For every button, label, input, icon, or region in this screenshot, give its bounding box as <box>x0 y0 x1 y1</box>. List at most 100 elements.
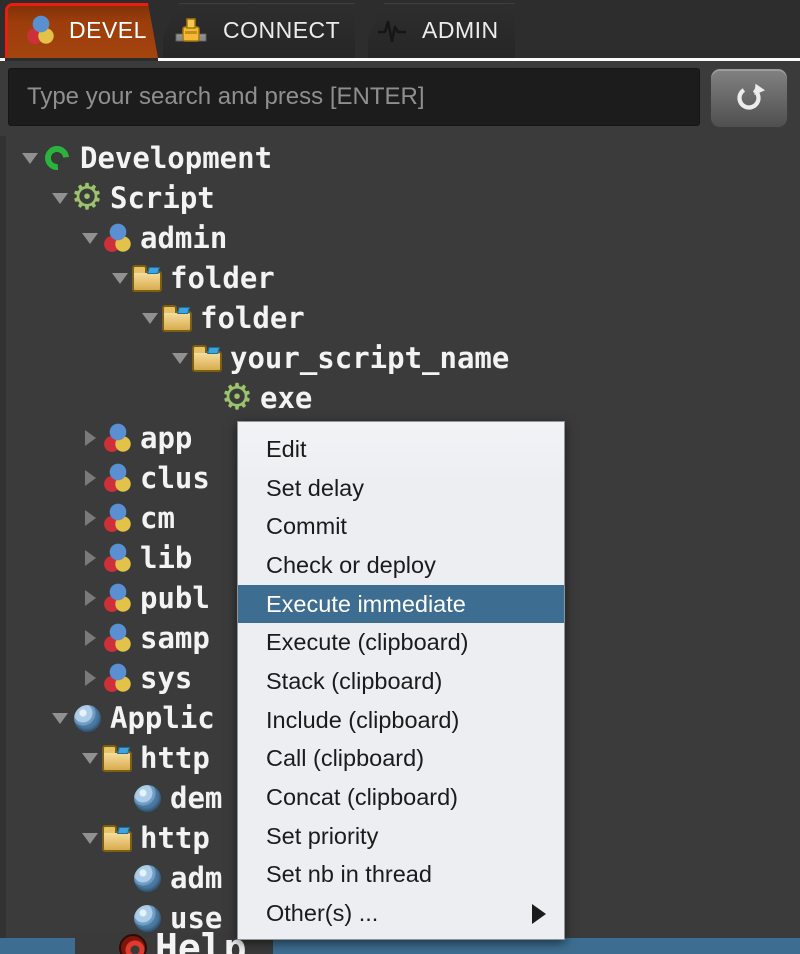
tree-item-folder[interactable]: folder <box>6 298 800 338</box>
menu-item-other-s[interactable]: Other(s) ... <box>238 894 564 933</box>
tree-item-label: exe <box>260 378 312 418</box>
expand-arrow[interactable] <box>168 353 192 364</box>
tree-item-label: folder <box>200 298 305 338</box>
app-window: DEVEL CONNECT ADMIN <box>0 0 800 954</box>
tab-connect-label: CONNECT <box>223 17 340 44</box>
folder-icon <box>102 822 132 854</box>
tricircle-icon <box>102 542 132 574</box>
tricircle-icon <box>102 662 132 694</box>
tree-item-development[interactable]: Development <box>6 138 800 178</box>
tree-item-script[interactable]: ⚙Script <box>6 178 800 218</box>
chevron-down-icon <box>52 713 68 724</box>
globe-icon <box>72 702 102 734</box>
expand-arrow[interactable] <box>48 713 72 724</box>
chevron-right-icon <box>85 470 96 486</box>
expand-arrow[interactable] <box>78 670 102 686</box>
menu-item-commit[interactable]: Commit <box>238 507 564 546</box>
expand-arrow[interactable] <box>78 510 102 526</box>
folder-shape <box>102 831 132 852</box>
expand-arrow[interactable] <box>78 630 102 646</box>
folder-icon <box>192 342 222 374</box>
devel-tricircle-icon <box>25 15 57 47</box>
tree-item-label: Script <box>110 178 215 218</box>
submenu-arrow-icon <box>532 904 546 924</box>
folder-icon <box>162 302 192 334</box>
menu-item-stack-clipboard[interactable]: Stack (clipboard) <box>238 662 564 701</box>
menu-item-execute-clipboard[interactable]: Execute (clipboard) <box>238 623 564 662</box>
globe-icon <box>132 862 162 894</box>
chevron-down-icon <box>22 153 38 164</box>
menu-item-label: Set nb in thread <box>266 861 546 888</box>
expand-arrow[interactable] <box>138 313 162 324</box>
context-menu: EditSet delayCommitCheck or deployExecut… <box>237 421 565 940</box>
menu-item-include-clipboard[interactable]: Include (clipboard) <box>238 701 564 740</box>
expand-arrow[interactable] <box>78 430 102 446</box>
tab-bar: DEVEL CONNECT ADMIN <box>0 0 800 58</box>
tree-item-label: admin <box>140 218 227 258</box>
tree-item-exe[interactable]: ⚙exe <box>6 378 800 418</box>
active-tab-connector <box>5 58 158 61</box>
refresh-icon <box>730 79 768 117</box>
globe-shape <box>134 865 161 892</box>
menu-item-label: Other(s) ... <box>266 900 522 927</box>
menu-item-call-clipboard[interactable]: Call (clipboard) <box>238 740 564 779</box>
tricircle-shape <box>102 423 132 453</box>
menu-item-label: Edit <box>266 436 546 463</box>
menu-item-execute-immediate[interactable]: Execute immediate <box>238 585 564 624</box>
lifebuoy-icon <box>119 934 147 954</box>
globe-icon <box>132 782 162 814</box>
expand-arrow[interactable] <box>78 550 102 566</box>
folder-shape <box>132 271 162 292</box>
menu-item-edit[interactable]: Edit <box>238 430 564 469</box>
menu-item-label: Call (clipboard) <box>266 745 546 772</box>
tree-item-label: samp <box>140 618 210 658</box>
tree-item-label: clus <box>140 458 210 498</box>
tree-item-label: your_script_name <box>230 338 509 378</box>
menu-item-label: Execute (clipboard) <box>266 629 546 656</box>
menu-item-check-or-deploy[interactable]: Check or deploy <box>238 546 564 585</box>
expand-arrow[interactable] <box>48 193 72 204</box>
expand-arrow[interactable] <box>78 470 102 486</box>
search-panel <box>0 61 800 136</box>
tricircle-shape <box>102 543 132 573</box>
chevron-right-icon <box>85 590 96 606</box>
tree-item-label: sys <box>140 658 192 698</box>
folder-shape <box>162 311 192 332</box>
menu-item-set-delay[interactable]: Set delay <box>238 469 564 508</box>
menu-item-label: Stack (clipboard) <box>266 668 546 695</box>
tree-item-your_script_name[interactable]: your_script_name <box>6 338 800 378</box>
recycle-icon <box>42 142 72 174</box>
expand-arrow[interactable] <box>78 753 102 764</box>
folder-shape <box>102 751 132 772</box>
refresh-button[interactable] <box>709 67 789 129</box>
expand-arrow[interactable] <box>78 833 102 844</box>
globe-shape <box>134 785 161 812</box>
tricircle-icon <box>102 422 132 454</box>
expand-arrow[interactable] <box>108 273 132 284</box>
tree-item-folder[interactable]: folder <box>6 258 800 298</box>
tab-devel[interactable]: DEVEL <box>5 3 158 58</box>
tab-admin[interactable]: ADMIN <box>368 3 515 58</box>
tricircle-icon <box>102 502 132 534</box>
expand-arrow[interactable] <box>18 153 42 164</box>
menu-item-set-priority[interactable]: Set priority <box>238 817 564 856</box>
tab-connect[interactable]: CONNECT <box>163 3 355 58</box>
chevron-right-icon <box>85 630 96 646</box>
tree-item-label: http <box>140 818 210 858</box>
tricircle-icon <box>102 462 132 494</box>
tricircle-shape <box>102 663 132 693</box>
search-input[interactable] <box>8 68 700 126</box>
expand-arrow[interactable] <box>78 590 102 606</box>
tree-item-admin[interactable]: admin <box>6 218 800 258</box>
tree-item-label: adm <box>170 858 222 898</box>
tricircle-icon <box>102 222 132 254</box>
menu-item-concat-clipboard[interactable]: Concat (clipboard) <box>238 778 564 817</box>
chevron-down-icon <box>172 353 188 364</box>
expand-arrow[interactable] <box>78 233 102 244</box>
tree-item-label: cm <box>140 498 175 538</box>
tree-item-label: folder <box>170 258 275 298</box>
tree-item-label: http <box>140 738 210 778</box>
menu-item-set-nb-in-thread[interactable]: Set nb in thread <box>238 856 564 895</box>
menu-item-label: Set delay <box>266 475 546 502</box>
gear-icon: ⚙ <box>222 382 252 414</box>
